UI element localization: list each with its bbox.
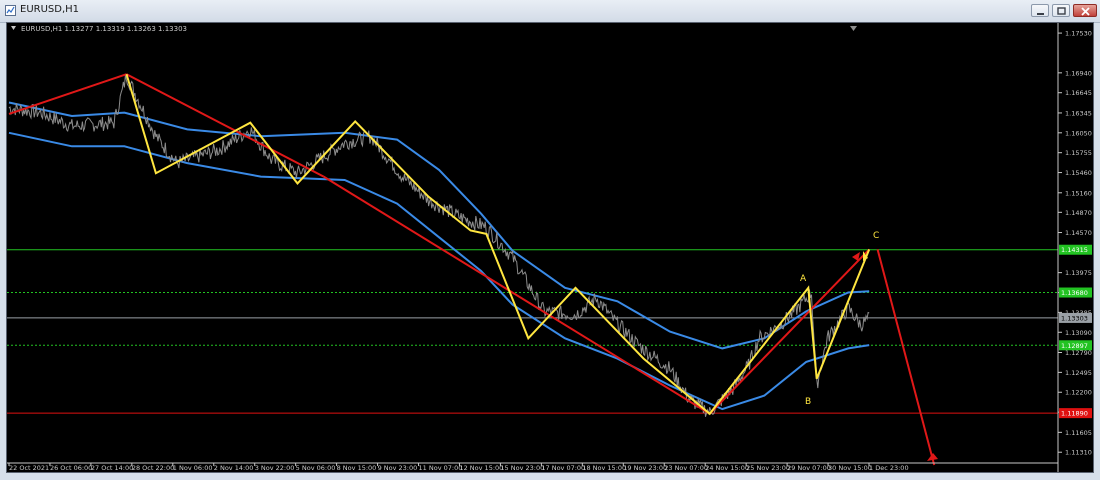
trend-line-3 [323,175,711,415]
trend-arrowhead-down-icon [927,453,938,461]
y-tick-label: 1.16345 [1065,109,1092,117]
y-tick-label: 1.11605 [1065,429,1092,437]
y-tick-label: 1.14570 [1065,229,1092,237]
x-tick-label: 28 Oct 22:00 [132,464,174,472]
y-tick-label: 1.15460 [1065,169,1092,177]
x-tick-label: 8 Nov 15:00 [337,464,377,472]
y-tick-label: 1.16050 [1065,129,1092,137]
trend-line-4 [709,248,870,415]
x-tick-label: 15 Nov 23:00 [500,464,544,472]
x-tick-label: 3 Nov 22:00 [255,464,295,472]
terminal-window: EURUSD,H1 A B C 1.17530 1.16940 1.16645 1.163… [0,0,1100,480]
title-bar[interactable]: EURUSD,H1 [0,0,1100,23]
maximize-icon [1057,7,1066,15]
maximize-button[interactable] [1052,4,1070,17]
price-tag-label: 1.13680 [1061,289,1088,297]
x-tick-label: 11 Nov 07:00 [419,464,463,472]
y-tick-label: 1.17530 [1065,30,1092,38]
price-series [8,74,870,417]
x-tick-label: 12 Nov 15:00 [459,464,503,472]
x-tick-label: 2 Nov 14:00 [214,464,254,472]
x-tick-label: 30 Nov 15:00 [828,464,872,472]
chart-menu-arrow-icon[interactable] [11,26,16,30]
lower-channel-line [8,131,870,411]
y-tick-label: 1.11310 [1065,449,1092,457]
x-tick-label: 27 Oct 14:00 [91,464,133,472]
y-tick-label: 1.16645 [1065,89,1092,97]
x-tick-label: 25 Nov 23:00 [746,464,790,472]
y-tick-label: 1.14870 [1065,209,1092,217]
price-tag-label: 1.14315 [1061,246,1088,254]
x-tick-label: 5 Nov 06:00 [296,464,336,472]
y-tick-label: 1.13090 [1065,329,1092,337]
close-button[interactable] [1073,4,1097,17]
x-tick-label: 1 Nov 06:00 [173,464,213,472]
x-tick-label: 17 Nov 07:00 [541,464,585,472]
wave-label-a: A [800,274,807,284]
x-tick-label: 22 Oct 2021 [9,464,49,472]
x-tick-label: 19 Nov 23:00 [623,464,667,472]
wave-label-b: B [805,397,811,407]
chart-info-label: EURUSD,H1 1.13277 1.13319 1.13263 1.1330… [21,25,187,33]
price-tag-label: 1.13303 [1061,314,1088,322]
x-tick-label: 23 Nov 07:00 [664,464,708,472]
x-tick-label: 18 Nov 15:00 [582,464,626,472]
y-tick-label: 1.12200 [1065,389,1092,397]
price-chart[interactable]: A B C 1.17530 1.16940 1.16645 1.16345 1.16050 1… [7,23,1093,472]
minimize-button[interactable] [1031,4,1049,17]
x-tick-label: 29 Nov 07:00 [787,464,831,472]
wave-label-c: C [873,231,879,241]
price-tag-label: 1.12897 [1061,342,1088,350]
trend-line-2 [126,73,325,178]
y-tick-label: 1.16940 [1065,69,1092,77]
scroll-shift-marker-icon[interactable] [850,26,857,31]
chart-window-icon [5,5,16,16]
x-tick-label: 1 Dec 23:00 [869,464,909,472]
chart-area[interactable]: A B C 1.17530 1.16940 1.16645 1.16345 1.16050 1… [6,22,1094,473]
trend-line-1 [8,73,127,115]
trend-line-5 [876,249,936,466]
x-tick-label: 9 Nov 23:00 [378,464,418,472]
minimize-icon [1037,13,1044,15]
close-icon [1081,7,1090,16]
y-tick-label: 1.15755 [1065,149,1092,157]
y-tick-label: 1.15160 [1065,189,1092,197]
price-tag-label: 1.11890 [1061,410,1088,418]
window-title: EURUSD,H1 [20,4,80,15]
y-tick-label: 1.12495 [1065,369,1092,377]
y-tick-label: 1.13975 [1065,269,1092,277]
x-tick-label: 26 Oct 06:00 [50,464,92,472]
upper-channel-line [8,101,870,350]
x-tick-label: 24 Nov 15:00 [705,464,749,472]
